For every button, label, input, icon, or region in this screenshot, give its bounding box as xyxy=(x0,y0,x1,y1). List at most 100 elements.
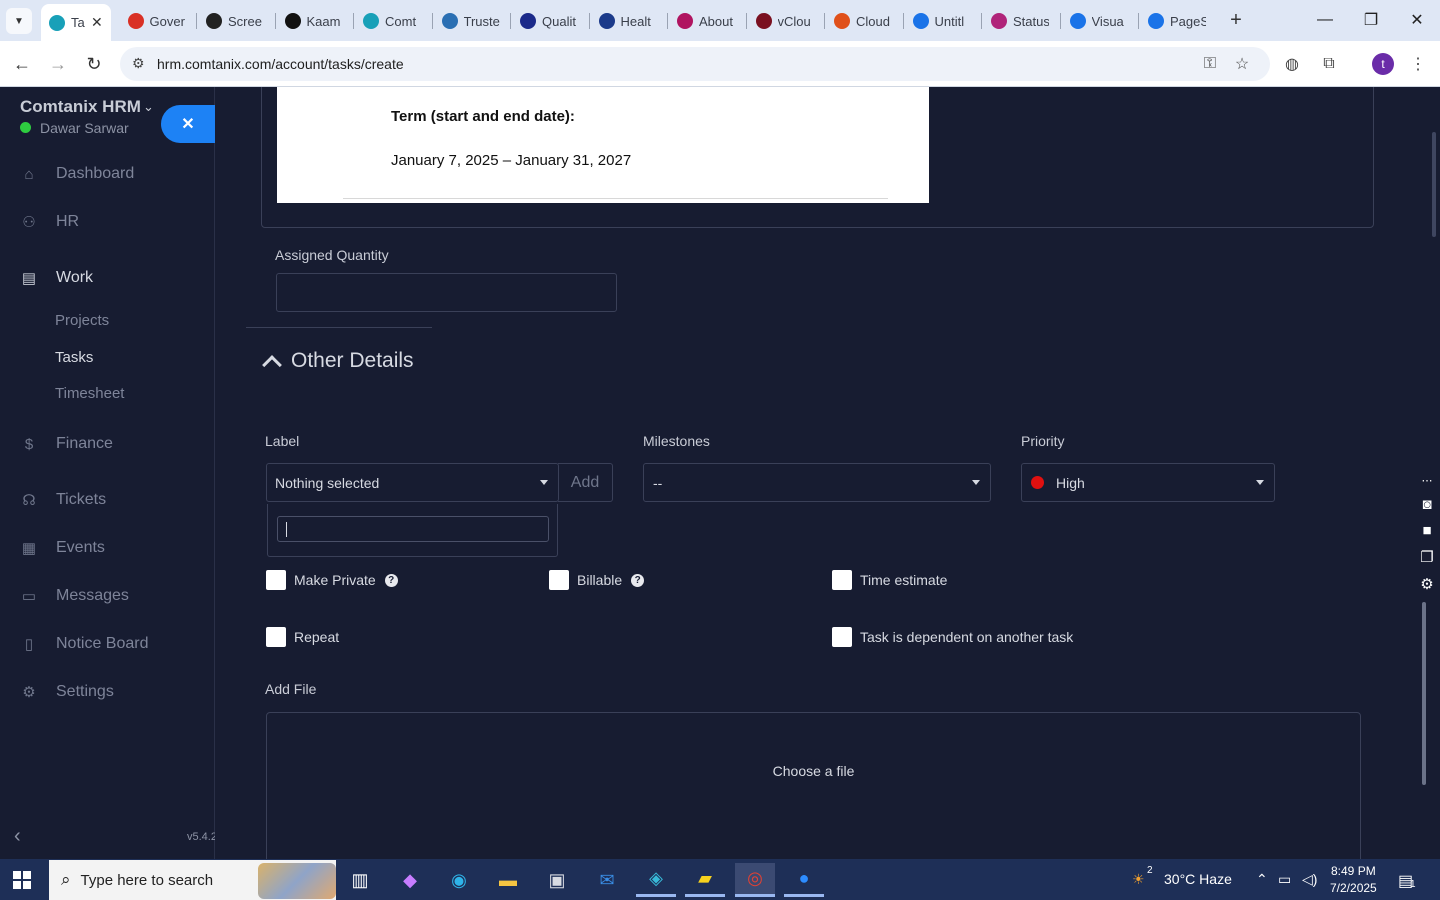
chrome-icon[interactable]: ◎ xyxy=(735,863,775,897)
milestones-select[interactable]: -- xyxy=(643,463,991,502)
file-explorer-icon[interactable]: ▬ xyxy=(488,863,528,897)
sidebar-item-tickets[interactable]: ☊ Tickets xyxy=(0,485,215,515)
taskbar-search[interactable]: ⌕ Type here to search xyxy=(49,860,336,900)
browser-tab[interactable]: Qualit xyxy=(512,6,586,36)
address-bar[interactable]: ⚙ hrm.comtanix.com/account/tasks/create xyxy=(120,47,1270,81)
users-icon: ⚇ xyxy=(22,214,36,231)
time-estimate-checkbox[interactable] xyxy=(832,570,852,590)
sidebar-item-dashboard[interactable]: ⌂ Dashboard xyxy=(0,159,215,189)
sidebar-item-work[interactable]: ▤ Work xyxy=(0,263,215,293)
label-select[interactable]: Nothing selected xyxy=(266,463,559,502)
browser-tab[interactable]: Gover xyxy=(120,6,194,36)
reload-button[interactable]: ↻ xyxy=(81,51,107,77)
maximize-button[interactable]: ❐ xyxy=(1348,0,1394,40)
browser-tab[interactable]: Ta ✕ xyxy=(41,4,111,41)
bookmark-star-icon[interactable]: ☆ xyxy=(1231,53,1253,75)
browser-tab[interactable]: Untitl xyxy=(905,6,979,36)
sidebar-item-settings[interactable]: ⚙ Settings xyxy=(0,677,215,707)
sticky-notes-icon[interactable]: ▰ xyxy=(685,863,725,897)
sidebar-item-events[interactable]: ▦ Events xyxy=(0,533,215,563)
assigned-quantity-input[interactable] xyxy=(276,273,617,312)
chevron-down-icon[interactable]: ⌄ xyxy=(143,99,154,115)
brand-name[interactable]: Comtanix HRM xyxy=(20,97,141,117)
browser-tab[interactable]: Kaam xyxy=(277,6,351,36)
volume-icon[interactable]: ◁) xyxy=(1302,871,1317,888)
page-scrollbar[interactable] xyxy=(1420,87,1440,859)
forward-button[interactable]: → xyxy=(45,51,71,77)
browser-tab[interactable]: Healt xyxy=(591,6,665,36)
camera-icon[interactable]: ◙ xyxy=(1422,496,1431,513)
dependent-task-row: Task is dependent on another task xyxy=(832,627,1073,647)
browser-tab[interactable]: Scree xyxy=(198,6,272,36)
profile-avatar[interactable]: t xyxy=(1372,53,1394,75)
sidebar-item-messages[interactable]: ▭ Messages xyxy=(0,581,215,611)
close-sidebar-button[interactable]: ✕ xyxy=(161,105,215,143)
doc-icon xyxy=(912,13,929,29)
taskbar-clock[interactable]: 8:49 PM 7/2/2025 xyxy=(1330,863,1377,897)
browser-tab[interactable]: Visua xyxy=(1062,6,1136,36)
site-info-icon[interactable]: ⚙ xyxy=(132,55,145,72)
sidebar-subitem-tasks[interactable]: Tasks xyxy=(55,349,93,366)
window-icon[interactable]: ❐ xyxy=(1420,548,1433,566)
weather-text[interactable]: 30°C Haze xyxy=(1164,871,1232,887)
browser-tab[interactable]: Comt xyxy=(355,6,429,36)
password-key-icon[interactable]: ⚿ xyxy=(1199,53,1221,75)
browser-tab-label: Comt xyxy=(385,13,417,29)
user-name: Dawar Sarwar xyxy=(40,120,129,136)
term-value: January 7, 2025 – January 31, 2027 xyxy=(391,152,632,169)
windows-start-button[interactable] xyxy=(13,871,31,889)
extensions-icon[interactable]: ⧉ xyxy=(1318,53,1340,75)
browser-tab-label: Truste xyxy=(463,13,500,29)
sidebar-subitem-timesheet[interactable]: Timesheet xyxy=(55,385,124,402)
browser-tab[interactable]: Cloud xyxy=(826,6,900,36)
task-view-icon[interactable]: ▥ xyxy=(340,863,380,897)
browser-tab[interactable]: Status xyxy=(983,6,1057,36)
network-icon[interactable]: ▭ xyxy=(1278,871,1291,888)
browser-tab[interactable]: vClou xyxy=(748,6,822,36)
add-file-label: Add File xyxy=(265,681,317,697)
more-icon[interactable]: ⋯ xyxy=(1422,474,1433,487)
zoom-icon[interactable]: ● xyxy=(784,863,824,897)
comtanix-app-icon[interactable]: ◈ xyxy=(636,863,676,897)
video-icon[interactable]: ■ xyxy=(1422,522,1431,539)
scroll-thumb[interactable] xyxy=(1422,602,1426,785)
other-details-toggle[interactable]: Other Details xyxy=(262,349,414,375)
dependent-task-checkbox[interactable] xyxy=(832,627,852,647)
browser-menu-icon[interactable]: ⋮ xyxy=(1407,53,1429,75)
question-icon[interactable]: ? xyxy=(384,573,398,587)
minimize-button[interactable]: — xyxy=(1302,0,1348,40)
tray-chevron-up-icon[interactable]: ⌃ xyxy=(1256,871,1268,888)
browser-tab[interactable]: PageS xyxy=(1140,6,1214,36)
billable-checkbox[interactable] xyxy=(549,570,569,590)
gear-icon[interactable]: ⚙ xyxy=(1420,575,1433,593)
copilot-icon[interactable]: ◆ xyxy=(390,863,430,897)
edge-icon[interactable]: ◉ xyxy=(439,863,479,897)
close-window-button[interactable]: ✕ xyxy=(1394,0,1440,40)
browser-tab-label: About xyxy=(699,13,733,29)
mail-icon[interactable]: ✉ xyxy=(587,863,627,897)
file-dropzone[interactable]: Choose a file xyxy=(266,712,1361,859)
new-tab-button[interactable]: + xyxy=(1224,8,1248,32)
make-private-checkbox[interactable] xyxy=(266,570,286,590)
back-button[interactable]: ← xyxy=(9,51,35,77)
sidebar-item-notice-board[interactable]: ▯ Notice Board xyxy=(0,629,215,659)
store-icon[interactable]: ▣ xyxy=(537,863,577,897)
scroll-thumb-secondary[interactable] xyxy=(1432,132,1436,237)
tab-search-button[interactable]: ▼ xyxy=(6,8,32,34)
collapse-sidebar-icon[interactable]: ‹ xyxy=(14,825,21,848)
question-icon[interactable]: ? xyxy=(631,573,645,587)
weather-icon[interactable]: ☀ xyxy=(1132,871,1145,888)
sidebar-item-hr[interactable]: ⚇ HR xyxy=(0,207,215,237)
close-tab-icon[interactable]: ✕ xyxy=(91,14,103,31)
sidebar-item-finance[interactable]: $ Finance xyxy=(0,429,215,459)
label-search-input[interactable] xyxy=(277,516,549,542)
dollar-icon: $ xyxy=(24,435,34,453)
translate-icon[interactable]: ◍ xyxy=(1281,53,1303,75)
browser-tab-label: Cloud xyxy=(856,13,890,29)
add-label-button[interactable]: Add xyxy=(558,463,613,502)
repeat-checkbox[interactable] xyxy=(266,627,286,647)
sidebar-subitem-projects[interactable]: Projects xyxy=(55,312,109,329)
priority-select[interactable]: High xyxy=(1021,463,1275,502)
browser-tab[interactable]: About xyxy=(669,6,743,36)
browser-tab[interactable]: Truste xyxy=(434,6,508,36)
